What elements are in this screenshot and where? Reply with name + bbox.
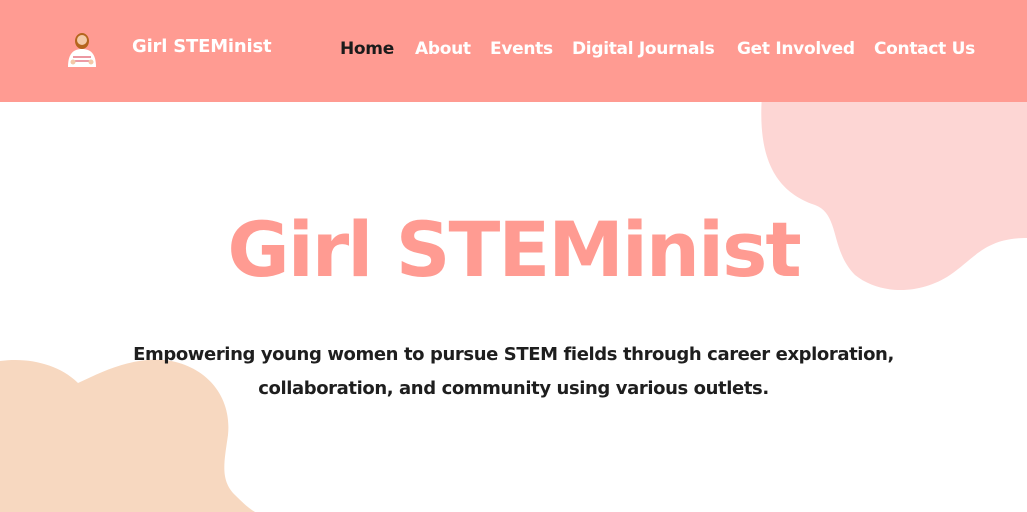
hero-tagline-line-1: Empowering young women to pursue STEM fi… bbox=[133, 344, 894, 365]
nav-item-about[interactable]: About bbox=[415, 39, 471, 59]
hero-tagline-line-2: collaboration, and community using vario… bbox=[258, 378, 769, 399]
brand-name-link[interactable]: Girl STEMinist bbox=[132, 36, 272, 57]
peach-blob-decoration bbox=[0, 359, 255, 512]
nav-item-events[interactable]: Events bbox=[490, 39, 553, 59]
nav-item-contact-us[interactable]: Contact Us bbox=[874, 39, 975, 59]
hero-title: Girl STEMinist bbox=[227, 205, 801, 294]
nav-item-home[interactable]: Home bbox=[340, 39, 394, 59]
site-header: Girl STEMinist Home About Events Digital… bbox=[0, 0, 1027, 102]
nav-item-digital-journals[interactable]: Digital Journals bbox=[572, 39, 715, 59]
girl-steminist-logo-icon[interactable] bbox=[64, 27, 100, 69]
nav-item-get-involved[interactable]: Get Involved bbox=[737, 39, 855, 59]
